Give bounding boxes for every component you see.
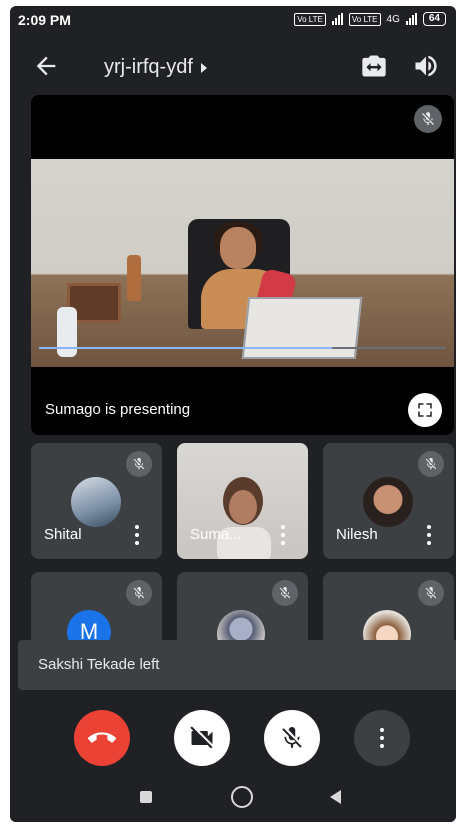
nav-back-icon[interactable] <box>330 790 341 804</box>
camera-toggle-button[interactable] <box>174 710 230 766</box>
caret-right-icon <box>200 62 207 73</box>
participant-name: Nilesh <box>336 526 378 543</box>
meeting-title[interactable]: yrj-irfq-ydf <box>104 56 207 79</box>
signal-icon-2 <box>405 13 417 25</box>
presentation-tile[interactable]: Sumago is presenting <box>31 95 454 435</box>
shared-screen-video <box>31 159 454 367</box>
avatar <box>71 477 121 527</box>
battery-icon: 64 <box>422 12 446 26</box>
volte-badge-1: Vo LTE <box>294 12 326 26</box>
participant-name: Suma... <box>190 526 242 543</box>
end-call-button[interactable] <box>74 710 130 766</box>
status-bar: 2:09 PM Vo LTE Vo LTE 4G 64 <box>10 6 456 34</box>
toast-text: Sakshi Tekade left <box>38 656 160 673</box>
android-nav-bar <box>10 778 456 822</box>
nav-home-icon[interactable] <box>231 786 253 808</box>
video-seekbar-fill <box>39 347 333 349</box>
switch-camera-icon[interactable] <box>360 52 388 80</box>
mic-off-icon <box>272 580 298 606</box>
network-4g-label: 4G <box>386 13 400 25</box>
nav-square-icon[interactable] <box>140 791 152 803</box>
video-seekbar <box>39 347 446 349</box>
video-bottle <box>127 255 141 301</box>
participant-tile-nilesh[interactable]: Nilesh <box>323 443 454 559</box>
status-time: 2:09 PM <box>18 12 71 28</box>
more-vert-icon <box>379 728 385 748</box>
meet-app: 2:09 PM Vo LTE Vo LTE 4G 64 yrj-irfq-ydf <box>10 6 456 822</box>
participant-tile-suma[interactable]: Suma... <box>177 443 308 559</box>
avatar <box>363 477 413 527</box>
mic-off-icon <box>126 451 152 477</box>
participant-left-toast: Sakshi Tekade left <box>18 640 456 690</box>
mic-off-icon <box>418 580 444 606</box>
mic-off-icon <box>282 726 302 748</box>
volte-badge-2: Vo LTE <box>348 12 381 26</box>
camera-off-icon <box>190 726 213 749</box>
speaker-icon[interactable] <box>412 52 440 80</box>
presenting-caption: Sumago is presenting <box>45 401 191 418</box>
participant-tile-shital[interactable]: Shital <box>31 443 162 559</box>
video-person-face <box>220 227 256 269</box>
more-vert-icon[interactable] <box>280 525 286 545</box>
more-vert-icon[interactable] <box>134 525 140 545</box>
mic-off-icon <box>414 105 442 133</box>
status-icons: Vo LTE Vo LTE 4G 64 <box>294 12 446 26</box>
mic-toggle-button[interactable] <box>264 710 320 766</box>
end-call-icon <box>88 732 116 743</box>
back-arrow-icon[interactable] <box>32 52 60 80</box>
fullscreen-icon[interactable] <box>408 393 442 427</box>
signal-icon-1 <box>331 13 343 25</box>
mic-off-icon <box>418 451 444 477</box>
meeting-header: yrj-irfq-ydf <box>10 46 456 86</box>
more-options-button[interactable] <box>354 710 410 766</box>
meeting-code: yrj-irfq-ydf <box>104 56 193 78</box>
video-laptop <box>241 297 363 359</box>
participant-name: Shital <box>44 526 82 543</box>
mic-off-icon <box>126 580 152 606</box>
video-water-bottle <box>57 307 77 357</box>
more-vert-icon[interactable] <box>426 525 432 545</box>
